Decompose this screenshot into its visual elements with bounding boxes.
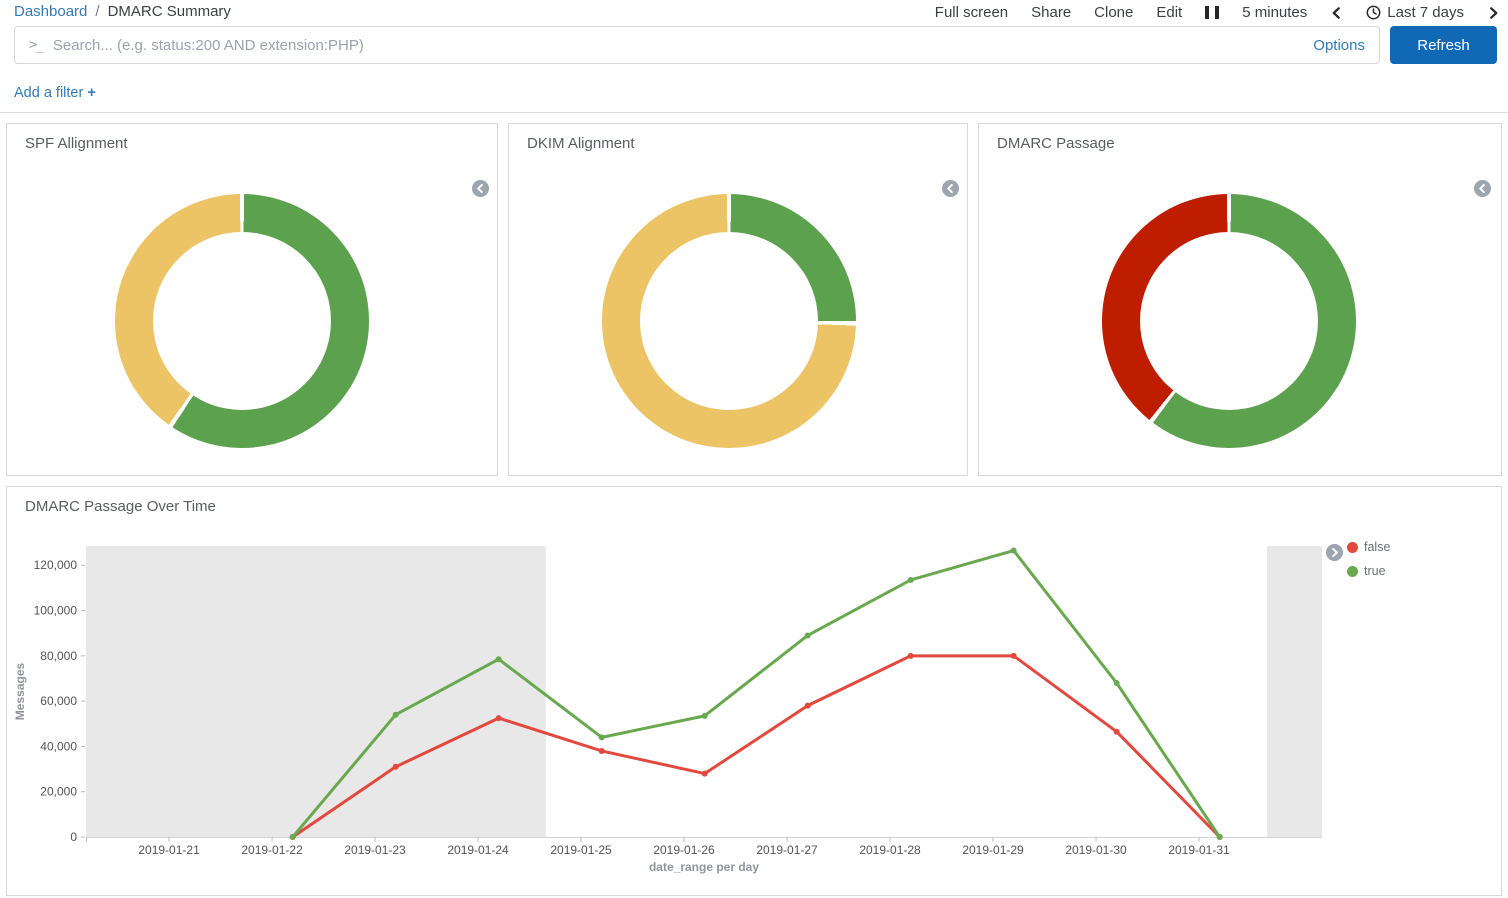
svg-text:100,000: 100,000: [34, 604, 78, 618]
svg-text:2019-01-21: 2019-01-21: [138, 843, 200, 857]
chevron-left-icon: [1478, 184, 1487, 193]
chevron-right-icon: [1487, 6, 1500, 20]
donut-hole: [640, 232, 818, 410]
time-range-button[interactable]: Last 7 days: [1366, 4, 1464, 21]
console-prompt-icon: >_: [29, 37, 42, 53]
dmarc-donut-chart[interactable]: [1102, 194, 1356, 448]
svg-text:2019-01-23: 2019-01-23: [344, 843, 406, 857]
svg-text:2019-01-30: 2019-01-30: [1065, 843, 1127, 857]
svg-text:120,000: 120,000: [34, 558, 78, 572]
line-chart: 2019-01-21 2019-01-22 2019-01-23 2019-01-24…: [7, 487, 1501, 895]
svg-text:2019-01-27: 2019-01-27: [756, 843, 818, 857]
legend-collapse-icon[interactable]: [1474, 180, 1491, 197]
options-link[interactable]: Options: [1313, 37, 1365, 54]
breadcrumb-separator: /: [95, 3, 99, 20]
divider: [0, 112, 1508, 113]
legend-collapse-icon[interactable]: [472, 180, 489, 197]
legend-dot-icon: [1347, 542, 1358, 553]
legend-collapse-icon[interactable]: [942, 180, 959, 197]
edit-button[interactable]: Edit: [1156, 4, 1182, 21]
svg-text:20,000: 20,000: [40, 785, 77, 799]
dkim-donut-chart[interactable]: [602, 194, 856, 448]
chevron-left-icon: [1330, 6, 1343, 20]
full-screen-button[interactable]: Full screen: [935, 4, 1008, 21]
chart-legend: false true: [1347, 540, 1390, 578]
breadcrumb-current: DMARC Summary: [108, 3, 231, 20]
svg-text:2019-01-29: 2019-01-29: [962, 843, 1024, 857]
search-input[interactable]: [53, 37, 1313, 54]
svg-text:date_range per day: date_range per day: [649, 860, 759, 874]
panel-dmarc-passage-over-time: DMARC Passage Over Time 2019-01-212019-0…: [6, 486, 1502, 896]
plus-icon: +: [87, 85, 95, 101]
panel-title: DKIM Alignment: [527, 135, 635, 152]
panel-dkim-alignment: DKIM Alignment: [508, 123, 968, 476]
refresh-interval-button[interactable]: 5 minutes: [1242, 4, 1307, 21]
legend-expand-icon[interactable]: [1326, 544, 1343, 561]
share-button[interactable]: Share: [1031, 4, 1071, 21]
panel-spf-allignment: SPF Allignment: [6, 123, 498, 476]
add-filter-label: Add a filter: [14, 85, 83, 101]
legend-dot-icon: [1347, 566, 1358, 577]
donut-hole: [153, 232, 331, 410]
svg-text:2019-01-22: 2019-01-22: [241, 843, 303, 857]
panel-dmarc-passage: DMARC Passage: [978, 123, 1502, 476]
time-back-button[interactable]: [1330, 6, 1343, 20]
chevron-left-icon: [946, 184, 955, 193]
svg-text:2019-01-26: 2019-01-26: [653, 843, 715, 857]
kibana-dashboard: Dashboard / DMARC Summary Full screen Sh…: [0, 0, 1508, 898]
svg-text:40,000: 40,000: [40, 739, 77, 753]
donut-hole: [1140, 232, 1318, 410]
chevron-right-icon: [1330, 548, 1339, 557]
clock-icon: [1366, 5, 1381, 20]
refresh-button[interactable]: Refresh: [1390, 26, 1497, 64]
nav-menu: Full screen Share Clone Edit 5 minutes L…: [935, 0, 1500, 25]
pause-icon[interactable]: [1205, 6, 1219, 19]
panel-title: DMARC Passage: [997, 135, 1115, 152]
svg-text:Messages: Messages: [13, 662, 27, 720]
breadcrumb-dashboard-link[interactable]: Dashboard: [14, 3, 87, 20]
chevron-left-icon: [476, 184, 485, 193]
clone-button[interactable]: Clone: [1094, 4, 1133, 21]
legend-label: true: [1364, 564, 1386, 578]
search-bar: >_ Options: [14, 26, 1380, 64]
svg-text:2019-01-28: 2019-01-28: [859, 843, 921, 857]
add-filter-link[interactable]: Add a filter+: [14, 85, 96, 101]
svg-text:2019-01-25: 2019-01-25: [550, 843, 612, 857]
legend-label: false: [1364, 540, 1390, 554]
svg-text:2019-01-31: 2019-01-31: [1168, 843, 1230, 857]
time-forward-button[interactable]: [1487, 6, 1500, 20]
top-nav: Dashboard / DMARC Summary Full screen Sh…: [0, 0, 1508, 25]
svg-text:0: 0: [70, 830, 77, 844]
panel-title: SPF Allignment: [25, 135, 128, 152]
spf-donut-chart[interactable]: [115, 194, 369, 448]
svg-text:2019-01-24: 2019-01-24: [447, 843, 509, 857]
legend-item-true[interactable]: true: [1347, 564, 1390, 578]
breadcrumb: Dashboard / DMARC Summary: [14, 3, 231, 20]
legend-item-false[interactable]: false: [1347, 540, 1390, 554]
svg-text:60,000: 60,000: [40, 694, 77, 708]
svg-text:80,000: 80,000: [40, 649, 77, 663]
